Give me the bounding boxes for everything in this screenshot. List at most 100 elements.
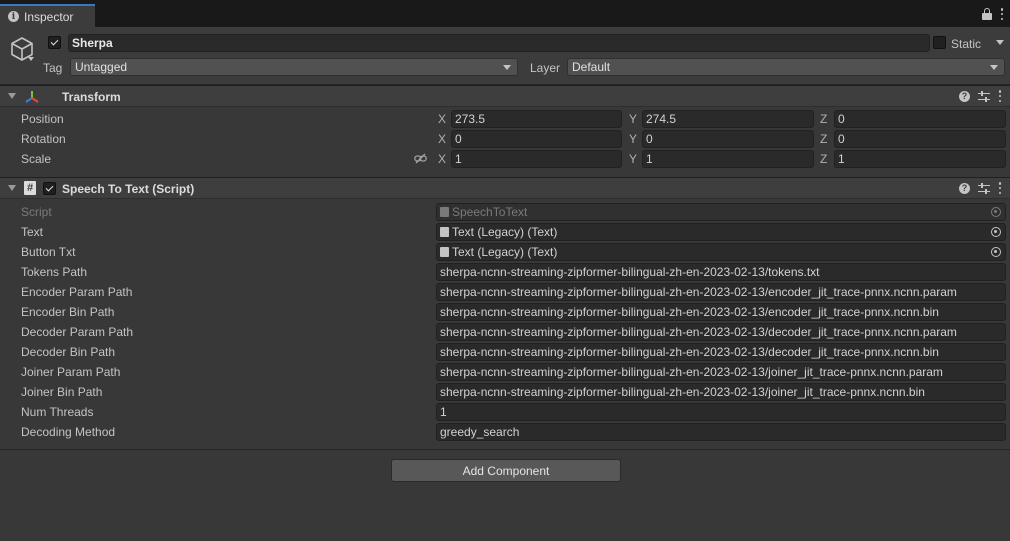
presets-icon[interactable] xyxy=(978,90,990,102)
transform-title: Transform xyxy=(62,90,121,104)
foldout-arrow-icon[interactable] xyxy=(8,185,16,191)
game-object-header: Sherpa Static Tag Untagged Layer Default xyxy=(0,27,1010,85)
active-checkbox[interactable] xyxy=(48,36,61,49)
object-picker-icon[interactable] xyxy=(991,247,1001,257)
lock-icon[interactable] xyxy=(982,8,992,20)
help-icon[interactable]: ? xyxy=(959,182,970,194)
static-label: Static xyxy=(951,37,982,51)
rotation-y-field[interactable]: 0 xyxy=(642,130,814,148)
decoding-method-field[interactable]: greedy_search xyxy=(436,423,1006,441)
axis-y-label[interactable]: Y xyxy=(629,132,637,146)
encoder-bin-path-row: Encoder Bin Path sherpa-ncnn-streaming-z… xyxy=(0,302,1010,322)
transform-axes-icon xyxy=(25,91,39,103)
object-name-field[interactable]: Sherpa xyxy=(68,34,930,52)
component-title: Speech To Text (Script) xyxy=(62,182,195,196)
button-txt-label: Button Txt xyxy=(21,245,76,259)
add-component-button[interactable]: Add Component xyxy=(391,459,621,482)
info-icon: i xyxy=(8,11,19,22)
rotation-z-field[interactable]: 0 xyxy=(834,130,1006,148)
script-row: Script SpeechToText xyxy=(0,202,1010,222)
position-x-field[interactable]: 273.5 xyxy=(451,110,622,128)
axis-x-label[interactable]: X xyxy=(438,152,446,166)
constrain-proportions-link-icon[interactable] xyxy=(414,153,427,164)
speech-to-text-component-header[interactable]: # Speech To Text (Script) ? xyxy=(0,177,1010,199)
icon-dropdown-arrow-icon[interactable] xyxy=(28,57,34,61)
decoder-param-path-row: Decoder Param Path sherpa-ncnn-streaming… xyxy=(0,322,1010,342)
joiner-bin-path-row: Joiner Bin Path sherpa-ncnn-streaming-zi… xyxy=(0,382,1010,402)
component-enabled-checkbox[interactable] xyxy=(43,182,56,195)
axis-y-label[interactable]: Y xyxy=(629,152,637,166)
encoder-param-path-field[interactable]: sherpa-ncnn-streaming-zipformer-bilingua… xyxy=(436,283,1006,301)
axis-z-label[interactable]: Z xyxy=(820,132,827,146)
rotation-row: Rotation X 0 Y 0 Z 0 xyxy=(0,129,1010,149)
more-options-icon[interactable] xyxy=(1000,8,1004,20)
scale-row: Scale X 1 Y 1 Z 1 xyxy=(0,149,1010,169)
axis-y-label[interactable]: Y xyxy=(629,112,637,126)
tokens-path-field[interactable]: sherpa-ncnn-streaming-zipformer-bilingua… xyxy=(436,263,1006,281)
tokens-path-label: Tokens Path xyxy=(21,265,88,279)
scale-x-field[interactable]: 1 xyxy=(451,150,622,168)
presets-icon[interactable] xyxy=(978,182,990,194)
joiner-param-path-label: Joiner Param Path xyxy=(21,365,121,379)
position-y-field[interactable]: 274.5 xyxy=(642,110,814,128)
transform-component-header[interactable]: Transform ? xyxy=(0,85,1010,107)
position-label[interactable]: Position xyxy=(21,112,64,126)
encoder-param-path-label: Encoder Param Path xyxy=(21,285,133,299)
text-label: Text xyxy=(21,225,44,239)
joiner-bin-path-label: Joiner Bin Path xyxy=(21,385,103,399)
inspector-tab-bar: i Inspector xyxy=(0,0,1010,27)
axis-x-label[interactable]: X xyxy=(438,112,446,126)
tag-dropdown[interactable]: Untagged xyxy=(70,58,518,76)
axis-z-label[interactable]: Z xyxy=(820,112,827,126)
foldout-arrow-icon[interactable] xyxy=(8,93,16,99)
static-dropdown-arrow-icon[interactable] xyxy=(996,40,1004,45)
script-file-icon xyxy=(440,207,449,217)
decoder-bin-path-field[interactable]: sherpa-ncnn-streaming-zipformer-bilingua… xyxy=(436,343,1006,361)
scale-z-field[interactable]: 1 xyxy=(834,150,1006,168)
button-txt-row: Button Txt Text (Legacy) (Text) xyxy=(0,242,1010,262)
component-menu-icon[interactable] xyxy=(998,90,1002,102)
joiner-bin-path-field[interactable]: sherpa-ncnn-streaming-zipformer-bilingua… xyxy=(436,383,1006,401)
decoder-bin-path-label: Decoder Bin Path xyxy=(21,345,116,359)
decoder-param-path-field[interactable]: sherpa-ncnn-streaming-zipformer-bilingua… xyxy=(436,323,1006,341)
help-icon[interactable]: ? xyxy=(959,90,970,102)
num-threads-label[interactable]: Num Threads xyxy=(21,405,93,419)
text-reference-field[interactable]: Text (Legacy) (Text) xyxy=(436,223,1006,241)
position-z-field[interactable]: 0 xyxy=(834,110,1006,128)
encoder-param-path-row: Encoder Param Path sherpa-ncnn-streaming… xyxy=(0,282,1010,302)
tab-inspector[interactable]: i Inspector xyxy=(0,4,95,27)
encoder-bin-path-label: Encoder Bin Path xyxy=(21,305,115,319)
tag-label: Tag xyxy=(43,61,63,75)
object-picker-icon[interactable] xyxy=(991,227,1001,237)
text-reference-value: Text (Legacy) (Text) xyxy=(452,225,558,239)
num-threads-field[interactable]: 1 xyxy=(436,403,1006,421)
component-separator xyxy=(0,449,1010,450)
script-reference-value: SpeechToText xyxy=(452,205,528,219)
layer-dropdown[interactable]: Default xyxy=(567,58,1005,76)
static-checkbox[interactable] xyxy=(933,36,946,49)
num-threads-row: Num Threads 1 xyxy=(0,402,1010,422)
decoder-param-path-label: Decoder Param Path xyxy=(21,325,134,339)
rotation-label[interactable]: Rotation xyxy=(21,132,66,146)
component-menu-icon[interactable] xyxy=(998,182,1002,194)
decoder-bin-path-row: Decoder Bin Path sherpa-ncnn-streaming-z… xyxy=(0,342,1010,362)
script-label: Script xyxy=(21,205,52,219)
text-component-icon xyxy=(440,247,449,257)
button-txt-reference-field[interactable]: Text (Legacy) (Text) xyxy=(436,243,1006,261)
tokens-path-row: Tokens Path sherpa-ncnn-streaming-zipfor… xyxy=(0,262,1010,282)
scale-y-field[interactable]: 1 xyxy=(642,150,814,168)
axis-z-label[interactable]: Z xyxy=(820,152,827,166)
object-picker-icon xyxy=(991,207,1001,217)
rotation-x-field[interactable]: 0 xyxy=(451,130,622,148)
decoding-method-label: Decoding Method xyxy=(21,425,116,439)
tab-inspector-label: Inspector xyxy=(24,9,74,24)
layer-label: Layer xyxy=(530,61,561,75)
joiner-param-path-field[interactable]: sherpa-ncnn-streaming-zipformer-bilingua… xyxy=(436,363,1006,381)
csharp-script-icon: # xyxy=(24,181,36,195)
axis-x-label[interactable]: X xyxy=(438,132,446,146)
encoder-bin-path-field[interactable]: sherpa-ncnn-streaming-zipformer-bilingua… xyxy=(436,303,1006,321)
scale-label[interactable]: Scale xyxy=(21,152,51,166)
text-row: Text Text (Legacy) (Text) xyxy=(0,222,1010,242)
button-txt-reference-value: Text (Legacy) (Text) xyxy=(452,245,558,259)
joiner-param-path-row: Joiner Param Path sherpa-ncnn-streaming-… xyxy=(0,362,1010,382)
